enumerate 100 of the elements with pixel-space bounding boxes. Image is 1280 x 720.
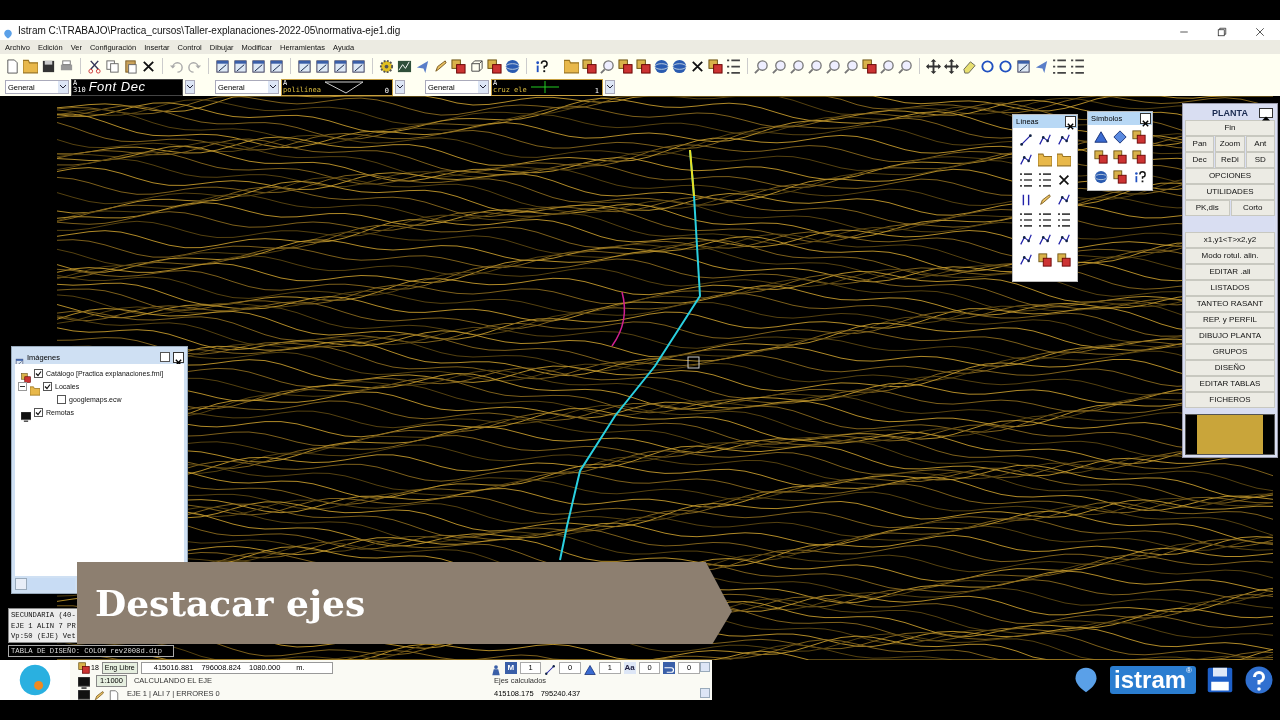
polyline-icon[interactable] <box>1038 233 1052 247</box>
layers-icon[interactable] <box>708 58 723 74</box>
collapse-icon[interactable] <box>1259 108 1273 118</box>
layers-icon[interactable] <box>451 58 466 74</box>
zoom-icon[interactable] <box>826 58 841 74</box>
cross-icon[interactable] <box>141 58 156 74</box>
dropdown-button[interactable] <box>605 80 615 94</box>
cross-icon[interactable] <box>1056 173 1071 187</box>
window-icon[interactable] <box>1016 58 1031 74</box>
help-icon[interactable] <box>533 58 548 74</box>
window-icon[interactable] <box>315 58 330 74</box>
zoom-icon[interactable] <box>600 58 615 74</box>
text-style-icon[interactable]: Aa <box>623 661 636 674</box>
circle-icon[interactable] <box>998 58 1013 74</box>
list-icon[interactable] <box>726 58 741 74</box>
layers-icon[interactable] <box>487 58 502 74</box>
checkbox[interactable] <box>34 369 43 378</box>
minimize-icon[interactable] <box>160 352 170 362</box>
layers-icon[interactable] <box>1113 150 1127 164</box>
globe-icon[interactable] <box>654 58 669 74</box>
document-icon[interactable] <box>5 58 20 74</box>
layers-icon[interactable] <box>862 58 877 74</box>
copy-icon[interactable] <box>105 58 120 74</box>
globe-icon[interactable] <box>672 58 687 74</box>
layers-icon[interactable] <box>1056 253 1071 267</box>
cross-icon[interactable] <box>690 58 705 74</box>
layers-icon[interactable] <box>1038 253 1052 267</box>
help-icon[interactable] <box>1244 665 1274 695</box>
polyline-icon[interactable] <box>1019 253 1034 267</box>
polyline-icon[interactable] <box>1056 133 1071 147</box>
layers-icon[interactable] <box>1131 130 1146 144</box>
polyline-icon[interactable] <box>1056 193 1071 207</box>
clipboard-icon[interactable] <box>123 58 138 74</box>
line-tool-icon[interactable] <box>1019 133 1034 147</box>
chart-icon[interactable] <box>397 58 412 74</box>
zoom-icon[interactable] <box>754 58 769 74</box>
pencil-icon[interactable] <box>433 58 448 74</box>
eraser-icon[interactable] <box>962 58 977 74</box>
scissors-icon[interactable] <box>87 58 102 74</box>
layers-icon[interactable] <box>636 58 651 74</box>
zoom-icon[interactable] <box>772 58 787 74</box>
list-icon[interactable] <box>1038 173 1052 187</box>
layers-icon[interactable] <box>1131 150 1146 164</box>
list-icon[interactable] <box>1019 173 1034 187</box>
zoom-icon[interactable] <box>898 58 913 74</box>
dropdown-button[interactable] <box>185 80 195 94</box>
gear-icon[interactable] <box>379 58 394 74</box>
monitor-icon[interactable] <box>78 687 90 700</box>
list-icon[interactable] <box>1070 58 1085 74</box>
list-icon[interactable] <box>1056 213 1071 227</box>
list-icon[interactable] <box>1019 213 1034 227</box>
layers-icon[interactable] <box>1113 170 1127 184</box>
globe-icon[interactable] <box>505 58 520 74</box>
zoom-icon[interactable] <box>844 58 859 74</box>
arrow-icon[interactable] <box>415 58 430 74</box>
window-icon[interactable] <box>297 58 312 74</box>
window-icon[interactable] <box>215 58 230 74</box>
list-icon[interactable] <box>1052 58 1067 74</box>
polyline-icon[interactable] <box>1056 233 1071 247</box>
window-icon[interactable] <box>333 58 348 74</box>
pencil-icon[interactable] <box>1038 193 1052 207</box>
m-icon[interactable]: M <box>505 661 517 674</box>
folder-icon[interactable] <box>23 58 38 74</box>
window-icon[interactable] <box>251 58 266 74</box>
cube-icon[interactable] <box>469 58 484 74</box>
layers-icon[interactable] <box>582 58 597 74</box>
circle-icon[interactable] <box>980 58 995 74</box>
checkbox[interactable] <box>43 382 52 391</box>
zoom-icon[interactable] <box>790 58 805 74</box>
close-icon[interactable] <box>1140 113 1151 124</box>
layers-icon[interactable] <box>618 58 633 74</box>
move-icon[interactable] <box>926 58 941 74</box>
close-icon[interactable] <box>1065 116 1076 127</box>
checkbox[interactable] <box>34 408 43 417</box>
document-icon[interactable] <box>108 687 120 700</box>
polyline-icon[interactable] <box>1019 233 1034 247</box>
polyline-icon[interactable] <box>1038 133 1052 147</box>
zoom-icon[interactable] <box>808 58 823 74</box>
diamond-icon[interactable] <box>1113 130 1127 144</box>
scrollbar[interactable] <box>15 578 75 590</box>
checkbox[interactable] <box>57 395 66 404</box>
folder-icon[interactable] <box>1056 153 1071 167</box>
collapse-box-icon[interactable] <box>18 382 27 391</box>
globe-icon[interactable] <box>1094 170 1109 184</box>
move-icon[interactable] <box>944 58 959 74</box>
dropdown-button[interactable] <box>395 80 405 94</box>
layers-icon[interactable] <box>1094 150 1109 164</box>
list-icon[interactable] <box>1038 213 1052 227</box>
monitor-icon[interactable] <box>78 674 90 687</box>
window-icon[interactable] <box>269 58 284 74</box>
arrow-icon[interactable] <box>1034 58 1049 74</box>
panel-button[interactable]: Fin <box>1185 119 1275 136</box>
folder-icon[interactable] <box>1038 153 1052 167</box>
route-icon[interactable] <box>663 661 676 674</box>
window-icon[interactable] <box>233 58 248 74</box>
folder-icon[interactable] <box>564 58 579 74</box>
window-icon[interactable] <box>351 58 366 74</box>
polyline-icon[interactable] <box>1019 153 1034 167</box>
triangle-icon[interactable] <box>1094 130 1109 144</box>
zoom-icon[interactable] <box>880 58 895 74</box>
